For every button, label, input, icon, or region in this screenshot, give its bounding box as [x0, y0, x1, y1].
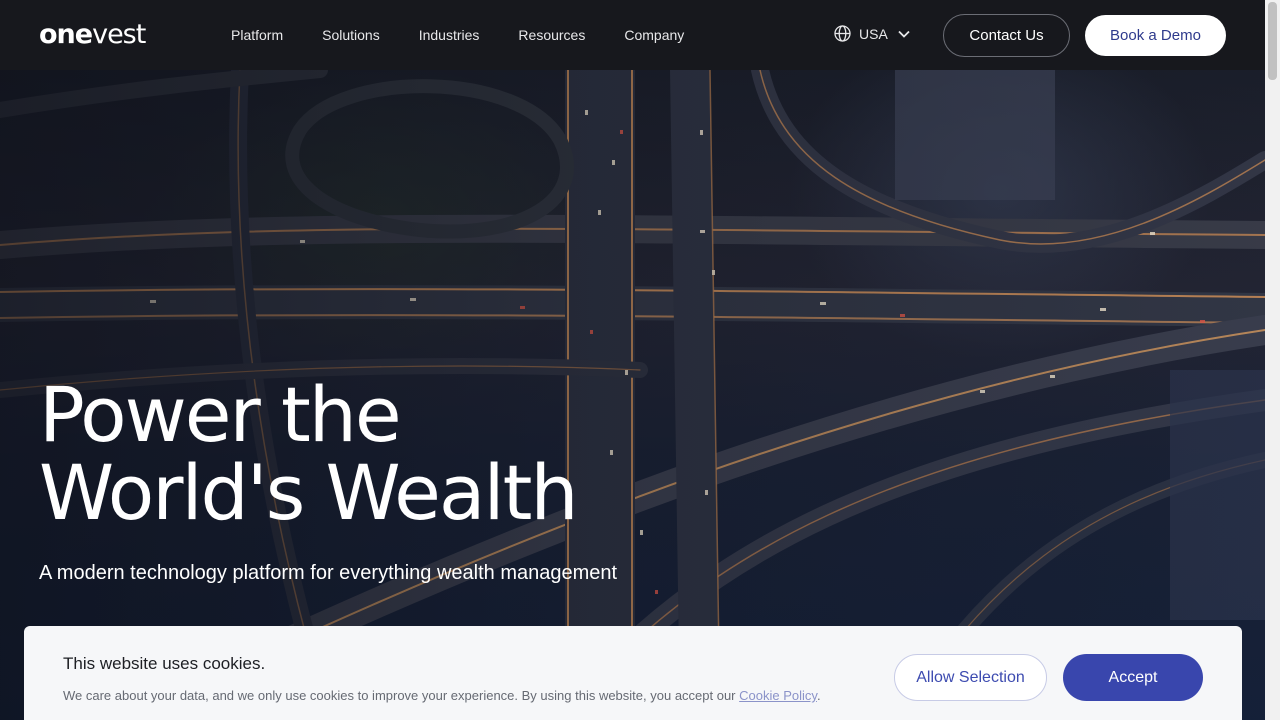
accept-cookies-button[interactable]: Accept	[1063, 654, 1203, 701]
site-header: onevest Platform Solutions Industries Re…	[0, 0, 1265, 70]
globe-icon	[834, 25, 851, 42]
book-demo-button[interactable]: Book a Demo	[1085, 15, 1226, 56]
cookie-text-body: We care about your data, and we only use…	[63, 688, 740, 703]
cookie-banner-title: This website uses cookies.	[63, 654, 266, 673]
nav-item-industries[interactable]: Industries	[419, 27, 480, 43]
headline-line-1: Power the	[39, 370, 402, 459]
hero-headline: Power the World's Wealth	[39, 370, 579, 537]
region-label: USA	[859, 25, 888, 42]
nav-item-platform[interactable]: Platform	[231, 27, 283, 43]
chevron-down-icon	[898, 30, 910, 38]
cookie-banner: This website uses cookies. We care about…	[24, 626, 1242, 720]
logo-bold-text: one	[39, 19, 93, 50]
main-nav: Platform Solutions Industries Resources …	[231, 0, 723, 70]
cookie-text-end: .	[816, 688, 821, 703]
onevest-logo[interactable]: onevest	[39, 19, 146, 51]
page-scrollbar[interactable]	[1265, 0, 1280, 720]
nav-item-solutions[interactable]: Solutions	[322, 27, 380, 43]
allow-selection-button[interactable]: Allow Selection	[894, 654, 1047, 701]
hero-section: Power the World's Wealth A modern techno…	[0, 70, 1265, 720]
scrollbar-thumb[interactable]	[1268, 2, 1277, 80]
headline-line-2: World's Wealth	[39, 448, 579, 537]
cookie-banner-text: We care about your data, and we only use…	[63, 688, 821, 703]
contact-us-button[interactable]: Contact Us	[943, 14, 1070, 57]
logo-light-text: vest	[92, 19, 146, 50]
nav-item-company[interactable]: Company	[624, 27, 684, 43]
nav-item-resources[interactable]: Resources	[518, 27, 585, 43]
cookie-policy-link[interactable]: Cookie Policy	[739, 688, 817, 703]
hero-subheadline: A modern technology platform for everyth…	[39, 562, 618, 584]
region-selector[interactable]: USA	[834, 25, 910, 42]
